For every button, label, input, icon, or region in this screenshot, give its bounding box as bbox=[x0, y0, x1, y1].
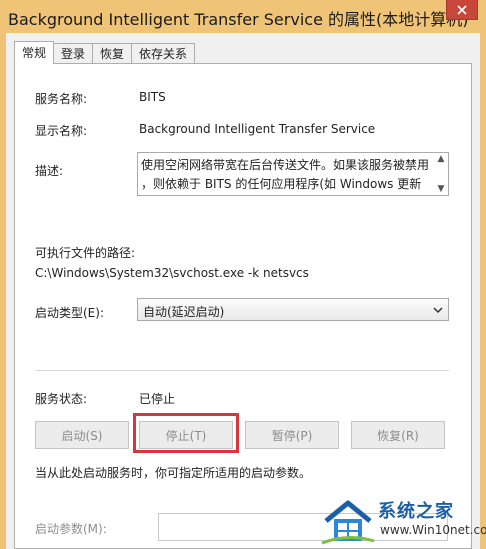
watermark-brand: 系统之家 bbox=[378, 501, 454, 522]
exe-path-value: C:\Windows\System32\svchost.exe -k netsv… bbox=[35, 266, 309, 280]
description-box[interactable]: 使用空闲网络带宽在后台传送文件。如果该服务被禁用 ，则依赖于 BITS 的任何应… bbox=[137, 152, 449, 196]
tab-strip: 常规 登录 恢复 依存关系 bbox=[14, 41, 196, 64]
description-text: 使用空闲网络带宽在后台传送文件。如果该服务被禁用 ，则依赖于 BITS 的任何应… bbox=[141, 156, 431, 194]
dialog-client-area: 常规 登录 恢复 依存关系 服务名称: BITS 显示名称: Backgroun… bbox=[6, 33, 480, 549]
scroll-up-icon[interactable]: ▲ bbox=[438, 153, 445, 165]
stop-button-highlight bbox=[133, 413, 239, 453]
startup-type-label: 启动类型(E): bbox=[35, 306, 104, 320]
scroll-down-icon[interactable]: ▼ bbox=[438, 183, 445, 195]
description-line: ，则依赖于 BITS 的任何应用程序(如 Windows 更新 bbox=[141, 177, 422, 191]
display-name-label: 显示名称: bbox=[35, 124, 88, 138]
separator bbox=[35, 370, 449, 371]
close-icon bbox=[457, 4, 467, 15]
house-logo-icon bbox=[321, 500, 375, 545]
tab-general[interactable]: 常规 bbox=[14, 41, 55, 64]
start-params-hint: 当从此处启动服务时，你可指定所适用的启动参数。 bbox=[35, 466, 312, 480]
startup-type-value: 自动(延迟启动) bbox=[143, 305, 225, 319]
window-title: Background Intelligent Transfer Service … bbox=[8, 10, 469, 29]
start-params-label: 启动参数(M): bbox=[35, 522, 107, 536]
watermark-url: www.Win10net.com bbox=[380, 523, 486, 537]
service-status-label: 服务状态: bbox=[35, 392, 88, 406]
chevron-down-icon bbox=[433, 307, 443, 314]
display-name-value: Background Intelligent Transfer Service bbox=[139, 122, 376, 136]
service-name-value: BITS bbox=[139, 90, 166, 104]
pause-button[interactable]: 暂停(P) bbox=[245, 421, 339, 449]
description-line: 使用空闲网络带宽在后台传送文件。如果该服务被禁用 bbox=[141, 158, 430, 172]
close-button[interactable] bbox=[446, 0, 478, 20]
startup-type-select[interactable]: 自动(延迟启动) bbox=[137, 298, 449, 321]
title-bar[interactable]: Background Intelligent Transfer Service … bbox=[0, 0, 486, 33]
properties-window: Background Intelligent Transfer Service … bbox=[0, 0, 486, 549]
general-tab-panel: 服务名称: BITS 显示名称: Background Intelligent … bbox=[14, 63, 472, 549]
tab-recovery[interactable]: 恢复 bbox=[92, 43, 133, 63]
tab-logon[interactable]: 登录 bbox=[53, 43, 94, 63]
start-button[interactable]: 启动(S) bbox=[35, 421, 129, 449]
description-scrollbar[interactable]: ▲ ▼ bbox=[434, 153, 448, 195]
service-status-value: 已停止 bbox=[139, 392, 176, 406]
description-label: 描述: bbox=[35, 164, 64, 178]
resume-button[interactable]: 恢复(R) bbox=[351, 421, 445, 449]
tab-dependencies[interactable]: 依存关系 bbox=[131, 43, 196, 63]
watermark: 系统之家 www.Win10net.com bbox=[318, 493, 486, 549]
service-name-label: 服务名称: bbox=[35, 92, 88, 106]
exe-path-label: 可执行文件的路径: bbox=[35, 246, 136, 260]
